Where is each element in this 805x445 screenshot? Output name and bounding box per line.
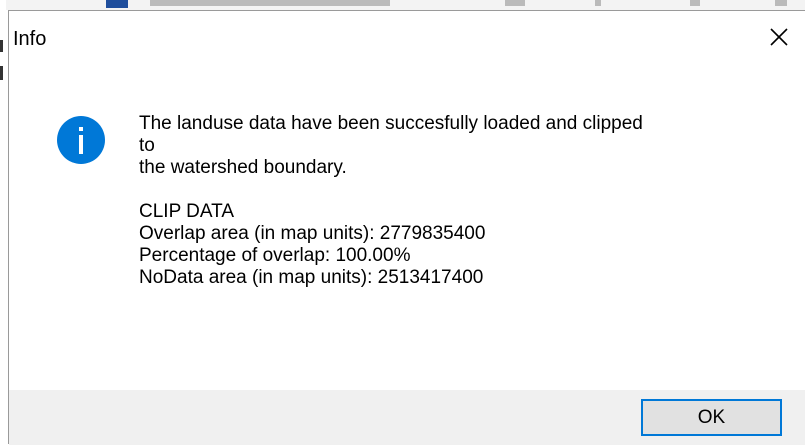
close-icon — [770, 28, 788, 46]
message-line: the watershed boundary. — [139, 157, 347, 178]
background-fragment — [505, 0, 525, 6]
overlap-percentage-text: Percentage of overlap: 100.00% — [139, 245, 411, 266]
background-fragment — [690, 0, 700, 6]
close-button[interactable] — [753, 11, 805, 63]
dialog-content: The landuse data have been succesfully l… — [9, 63, 805, 390]
message-spacer — [139, 179, 779, 201]
background-window-edge — [0, 0, 6, 444]
background-window-strip — [0, 0, 805, 10]
dialog-title-bar[interactable]: Info — [9, 11, 805, 63]
background-edge-mark — [0, 66, 3, 80]
overlap-area-text: Overlap area (in map units): 2779835400 — [139, 223, 486, 244]
info-dialog: Info The landuse data have been succesfu… — [8, 10, 805, 445]
dialog-message: The landuse data have been succesfully l… — [139, 113, 779, 289]
clip-data-heading: CLIP DATA — [139, 201, 235, 222]
message-line: to — [139, 135, 155, 156]
nodata-area-text: NoData area (in map units): 2513417400 — [139, 267, 484, 288]
background-fragment — [775, 0, 787, 6]
background-app-icon — [106, 0, 128, 8]
message-line: The landuse data have been succesfully l… — [139, 113, 643, 134]
background-fragment — [595, 0, 601, 6]
info-icon — [57, 116, 105, 164]
background-title-fragment — [150, 0, 390, 6]
dialog-footer: OK — [9, 390, 805, 445]
ok-button[interactable]: OK — [641, 399, 782, 436]
background-edge-mark — [0, 40, 3, 52]
dialog-title: Info — [13, 28, 47, 50]
